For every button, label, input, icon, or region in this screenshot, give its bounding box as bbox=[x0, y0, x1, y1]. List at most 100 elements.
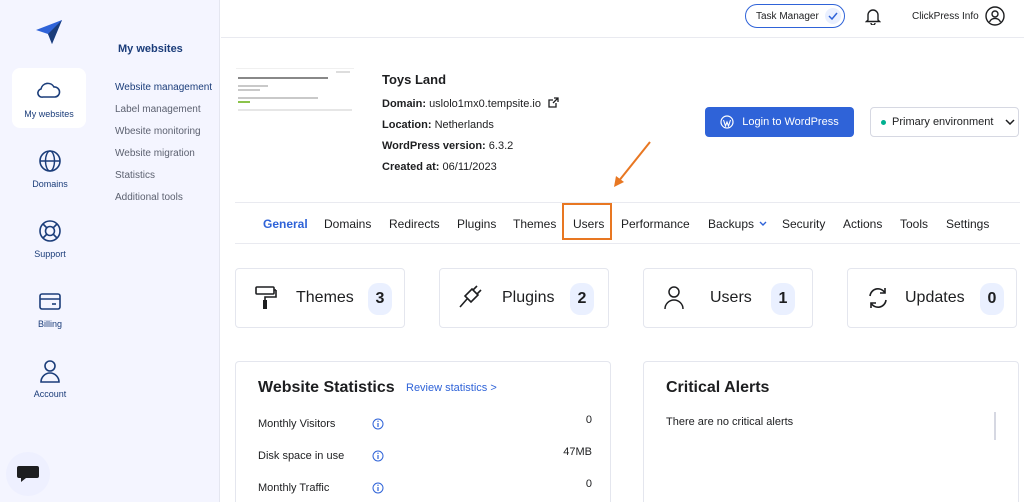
site-tabs: General Domains Redirects Plugins Themes… bbox=[235, 202, 1020, 244]
wordpress-icon bbox=[720, 115, 734, 129]
tab-themes[interactable]: Themes bbox=[513, 217, 556, 231]
tab-plugins[interactable]: Plugins bbox=[457, 217, 496, 231]
stat-row-monthly-visitors: Monthly Visitors 0 bbox=[258, 414, 592, 434]
globe-icon bbox=[39, 150, 61, 172]
nav-support[interactable]: Support bbox=[0, 208, 100, 268]
site-name: Toys Land bbox=[382, 72, 447, 87]
stat-label: Monthly Visitors bbox=[258, 418, 336, 430]
stat-label: Monthly Traffic bbox=[258, 482, 330, 494]
wp-version-label: WordPress version: bbox=[382, 140, 486, 152]
chat-button[interactable] bbox=[6, 452, 50, 496]
subnav-additional-tools[interactable]: Additional tools bbox=[115, 192, 183, 203]
tab-security[interactable]: Security bbox=[782, 217, 825, 231]
card-label: Users bbox=[710, 289, 752, 306]
top-bar: Task Manager ClickPress Info bbox=[221, 0, 1024, 38]
subnav-statistics[interactable]: Statistics bbox=[115, 170, 155, 181]
no-alerts-message: There are no critical alerts bbox=[666, 416, 794, 428]
site-created-row: Created at: 06/11/2023 bbox=[382, 161, 497, 173]
critical-alerts-panel: Critical Alerts There are no critical al… bbox=[643, 361, 1019, 502]
check-icon bbox=[825, 8, 841, 24]
plug-icon bbox=[459, 285, 482, 308]
task-manager-label: Task Manager bbox=[756, 10, 819, 22]
website-thumbnail[interactable] bbox=[236, 68, 354, 114]
card-label: Plugins bbox=[502, 289, 555, 306]
review-statistics-link[interactable]: Review statistics > bbox=[406, 382, 497, 394]
card-count: 1 bbox=[771, 283, 795, 315]
stat-row-monthly-traffic: Monthly Traffic 0 bbox=[258, 478, 592, 498]
created-label: Created at: bbox=[382, 161, 440, 173]
plugins-card[interactable]: Plugins 2 bbox=[439, 268, 609, 328]
tab-performance[interactable]: Performance bbox=[621, 217, 690, 231]
themes-card[interactable]: Themes 3 bbox=[235, 268, 405, 328]
subnav-label-management[interactable]: Label management bbox=[115, 104, 201, 115]
card-label: Themes bbox=[296, 289, 354, 306]
user-name[interactable]: ClickPress Info bbox=[912, 11, 979, 22]
website-subnav: My websites Website management Label man… bbox=[100, 0, 220, 502]
lifebuoy-icon bbox=[39, 220, 61, 242]
tab-backups-label: Backups bbox=[708, 217, 755, 231]
logo-icon[interactable] bbox=[34, 18, 64, 46]
info-icon[interactable] bbox=[372, 482, 384, 494]
subnav-title: My websites bbox=[118, 43, 183, 55]
nav-domains[interactable]: Domains bbox=[0, 138, 100, 198]
info-icon[interactable] bbox=[372, 450, 384, 462]
created-value: 06/11/2023 bbox=[442, 161, 497, 173]
card-label: Updates bbox=[905, 289, 965, 306]
user-avatar-icon[interactable] bbox=[985, 6, 1005, 26]
nav-label: My websites bbox=[24, 109, 74, 119]
login-to-wordpress-label: Login to WordPress bbox=[742, 116, 839, 128]
website-statistics-panel: Website Statistics Review statistics > M… bbox=[235, 361, 611, 502]
card-count: 3 bbox=[368, 283, 392, 315]
tab-tools[interactable]: Tools bbox=[900, 217, 928, 231]
stat-label: Disk space in use bbox=[258, 450, 345, 462]
panel-title: Critical Alerts bbox=[666, 379, 770, 396]
nav-label: Domains bbox=[32, 179, 68, 189]
subnav-website-monitoring[interactable]: Wbesite monitoring bbox=[115, 126, 201, 137]
tab-general[interactable]: General bbox=[263, 217, 308, 231]
wallet-icon bbox=[39, 293, 61, 310]
site-location-row: Location: Netherlands bbox=[382, 119, 494, 131]
nav-label: Support bbox=[34, 249, 66, 259]
domain-value: uslolo1mx0.tempsite.io bbox=[429, 98, 541, 110]
person-icon bbox=[40, 360, 60, 383]
subnav-website-migration[interactable]: Website migration bbox=[115, 148, 195, 159]
nav-my-websites[interactable]: My websites bbox=[12, 68, 86, 128]
location-value: Netherlands bbox=[434, 119, 494, 131]
tab-actions[interactable]: Actions bbox=[843, 217, 882, 231]
subnav-website-management[interactable]: Website management bbox=[115, 82, 212, 93]
stat-row-disk-space: Disk space in use 47MB bbox=[258, 446, 592, 466]
environment-value: Primary environment bbox=[892, 116, 994, 128]
site-domain-row: Domain: uslolo1mx0.tempsite.io bbox=[382, 97, 559, 110]
alerts-scrollbar[interactable] bbox=[994, 412, 996, 440]
site-wp-version-row: WordPress version: 6.3.2 bbox=[382, 140, 513, 152]
stat-value: 47MB bbox=[563, 446, 592, 458]
cloud-icon bbox=[37, 82, 61, 98]
environment-select[interactable]: Primary environment bbox=[870, 107, 1019, 137]
tab-redirects[interactable]: Redirects bbox=[389, 217, 440, 231]
location-label: Location: bbox=[382, 119, 432, 131]
nav-billing[interactable]: Billing bbox=[0, 278, 100, 338]
users-card[interactable]: Users 1 bbox=[643, 268, 813, 328]
task-manager-button[interactable]: Task Manager bbox=[745, 4, 845, 28]
user-icon bbox=[664, 286, 684, 310]
nav-account[interactable]: Account bbox=[0, 348, 100, 408]
annotation-arrow-icon bbox=[614, 141, 651, 187]
tab-domains[interactable]: Domains bbox=[324, 217, 371, 231]
status-dot-icon bbox=[881, 119, 886, 125]
bell-icon[interactable] bbox=[865, 7, 881, 25]
info-icon[interactable] bbox=[372, 418, 384, 430]
panel-title: Website Statistics bbox=[258, 379, 395, 396]
nav-label: Account bbox=[33, 389, 67, 399]
stat-value: 0 bbox=[585, 478, 592, 490]
login-to-wordpress-button[interactable]: Login to WordPress bbox=[705, 107, 854, 137]
chevron-down-icon bbox=[1005, 119, 1016, 125]
users-tab-highlight bbox=[562, 203, 612, 240]
icon-rail: My websites Domains Support Billing Acco… bbox=[0, 0, 100, 502]
tab-backups[interactable]: Backups bbox=[708, 217, 767, 231]
card-count: 0 bbox=[980, 283, 1004, 315]
tab-settings[interactable]: Settings bbox=[946, 217, 989, 231]
external-link-icon[interactable] bbox=[548, 97, 559, 108]
updates-card[interactable]: Updates 0 bbox=[847, 268, 1017, 328]
paint-roller-icon bbox=[255, 286, 277, 309]
wp-version-value: 6.3.2 bbox=[488, 140, 514, 152]
